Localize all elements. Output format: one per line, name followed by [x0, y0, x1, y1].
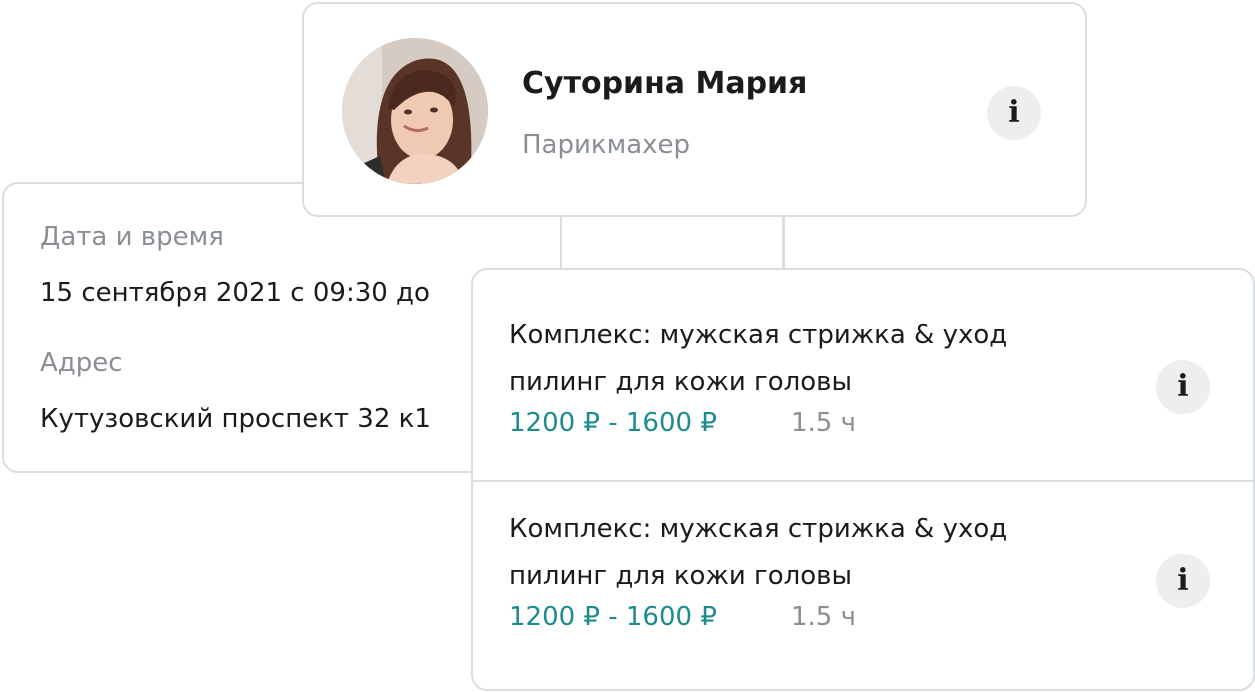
service-item[interactable]: Комплекс: мужская стрижка & уход пилинг … [473, 288, 1253, 481]
address-value: Кутузовский проспект 32 к1 [40, 404, 431, 434]
master-name: Суторина Мария [522, 66, 808, 101]
service-duration: 1.5 ч [791, 408, 856, 438]
date-time-value: 15 сентября 2021 с 09:30 до [40, 278, 430, 308]
date-time-label: Дата и время [40, 222, 224, 252]
master-info-icon[interactable]: i [987, 86, 1041, 140]
master-role: Парикмахер [522, 130, 691, 160]
avatar [342, 38, 488, 184]
service-price: 1200 ₽ - 1600 ₽ [509, 602, 717, 632]
service-title: Комплекс: мужская стрижка & уход пилинг … [509, 320, 1008, 397]
booking-summary: Дата и время 15 сентября 2021 с 09:30 до… [0, 0, 1255, 692]
master-card[interactable]: Суторина Мария Парикмахер i [302, 2, 1087, 217]
service-price: 1200 ₽ - 1600 ₽ [509, 408, 717, 438]
service-duration: 1.5 ч [791, 602, 856, 632]
connector-line [782, 215, 785, 270]
service-info-icon[interactable]: i [1156, 554, 1210, 608]
service-title: Комплекс: мужская стрижка & уход пилинг … [509, 514, 1008, 591]
services-card: Комплекс: мужская стрижка & уход пилинг … [471, 268, 1255, 691]
service-info-icon[interactable]: i [1156, 360, 1210, 414]
address-label: Адрес [40, 348, 123, 378]
service-item[interactable]: Комплекс: мужская стрижка & уход пилинг … [473, 482, 1253, 675]
